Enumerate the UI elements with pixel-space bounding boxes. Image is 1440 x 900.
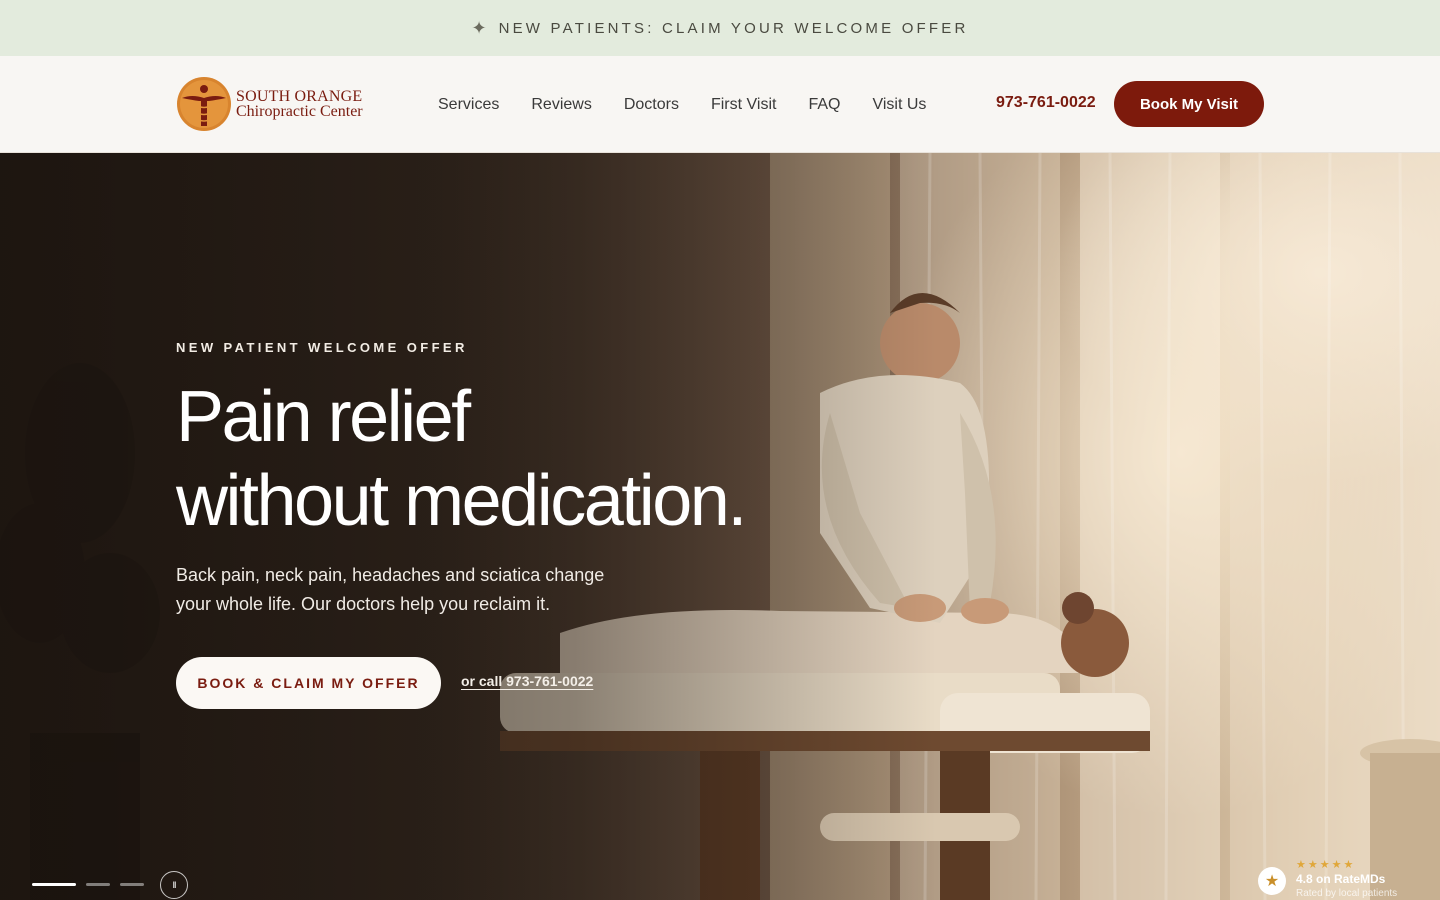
sparkle-icon: ✦ [471,17,487,38]
hero-section: NEW PATIENT WELCOME OFFER Pain relief wi… [0,153,1440,900]
hero-subtext: Back pain, neck pain, headaches and scia… [176,565,605,614]
nav-faq[interactable]: FAQ [808,96,840,114]
carousel-dot-2[interactable] [86,883,110,886]
carousel-dot-1[interactable] [32,883,76,886]
logo-wordmark: SOUTH ORANGE Chiropractic Center [236,88,363,120]
logo-line1: SOUTH ORANGE [236,88,363,105]
header-phone-link[interactable]: 973-761-0022 [996,94,1096,112]
announcement-bar[interactable]: ✦ NEW PATIENTS: CLAIM YOUR WELCOME OFFER [0,0,1440,56]
rating-stars: ★★★★★ [1296,859,1356,871]
rating-score: 4.8 on RateMDs [1296,872,1386,886]
headline-line-1: Pain relief [176,377,471,457]
main-nav: Services Reviews Doctors First Visit FAQ… [438,56,926,153]
hero-call-link[interactable]: or call 973-761-0022 [461,673,593,689]
nav-reviews[interactable]: Reviews [531,96,591,114]
nav-services[interactable]: Services [438,96,499,114]
nav-doctors[interactable]: Doctors [624,96,679,114]
hero-eyebrow: NEW PATIENT WELCOME OFFER [176,340,468,355]
logo-caduceus-icon [177,77,231,131]
site-header: SOUTH ORANGE Chiropractic Center Service… [0,56,1440,153]
hero-headline: Pain relief without medication. [176,375,876,543]
pause-icon[interactable]: II [160,871,188,899]
nav-visit-us[interactable]: Visit Us [872,96,926,114]
book-claim-offer-button[interactable]: BOOK & CLAIM MY OFFER [176,657,441,709]
announcement-text: NEW PATIENTS: CLAIM YOUR WELCOME OFFER [498,19,969,37]
logo-line2: Chiropractic Center [236,103,363,120]
headline-line-2: without medication. [176,461,747,541]
rating-text: ★★★★★ 4.8 on RateMDs Rated by local pati… [1296,858,1397,899]
logo[interactable]: SOUTH ORANGE Chiropractic Center [176,76,363,132]
nav-first-visit[interactable]: First Visit [711,96,776,114]
carousel-dot-3[interactable] [120,883,144,886]
star-icon: ★ [1258,867,1286,895]
carousel-indicators [32,883,144,886]
book-visit-button[interactable]: Book My Visit [1114,81,1264,127]
rating-note: Rated by local patients [1296,888,1398,899]
rating-widget[interactable]: ★ ★★★★★ 4.8 on RateMDs Rated by local pa… [1258,858,1397,899]
